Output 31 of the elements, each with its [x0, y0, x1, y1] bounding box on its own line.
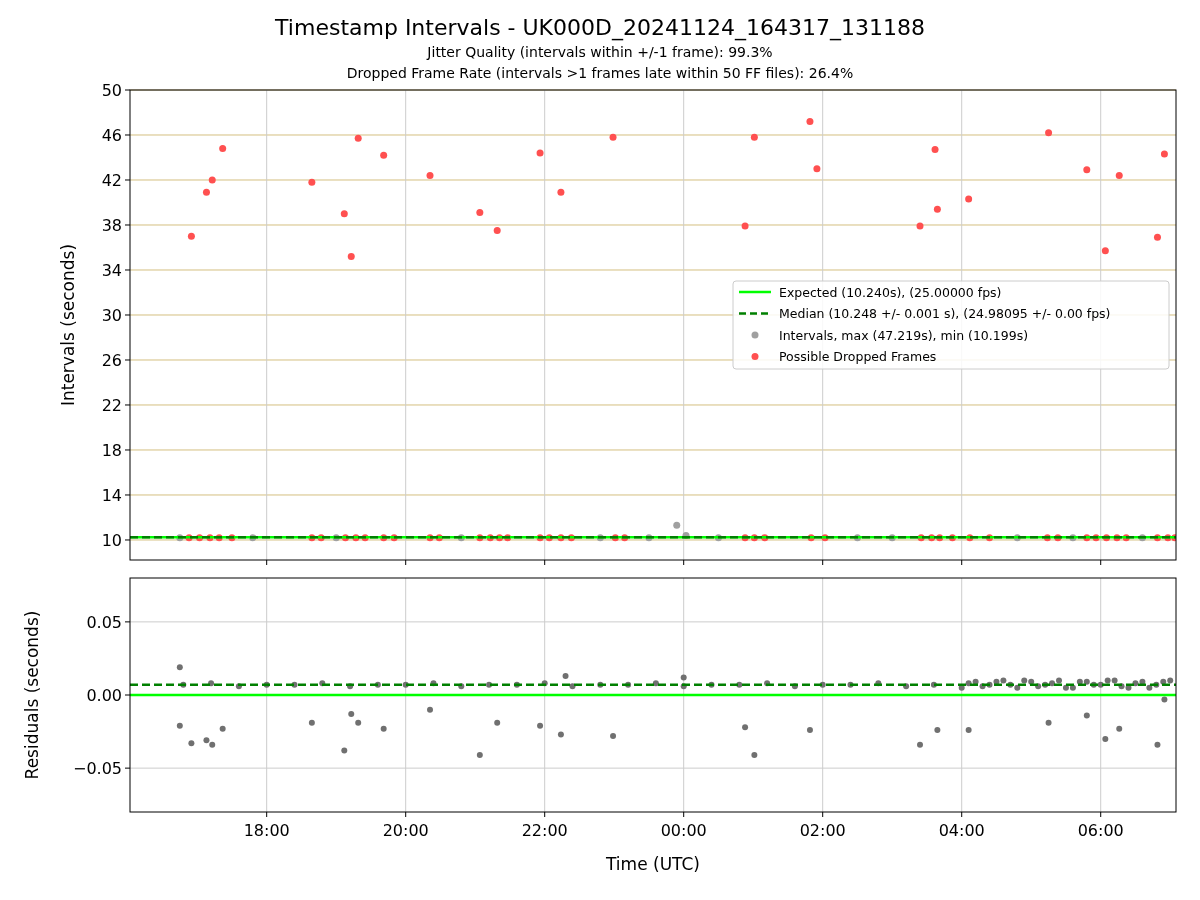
- tick-label: 10: [101, 531, 122, 550]
- figure-subtitle: Jitter Quality (intervals within +/-1 frame): 99.3%: [427, 43, 773, 62]
- tick-label: 22:00: [521, 821, 568, 840]
- tick-label: 50: [101, 81, 122, 100]
- tick-label: 42: [101, 171, 122, 190]
- tick-label: 22: [101, 396, 122, 415]
- legend-label: Possible Dropped Frames: [779, 349, 937, 364]
- figure-subtitle: Dropped Frame Rate (intervals >1 frames late within 50 FF files): 26.4%: [346, 64, 854, 83]
- legend-label: Expected (10.240s), (25.00000 fps): [779, 284, 1002, 300]
- tick-label: 0.05: [86, 612, 122, 632]
- tick-label: 00:00: [660, 821, 707, 840]
- axis-label: Intervals (seconds): [58, 243, 78, 407]
- tick-label: 04:00: [938, 821, 985, 840]
- tick-label: 14: [101, 486, 122, 505]
- tick-label: 30: [101, 306, 122, 325]
- tick-label: 18: [101, 441, 122, 460]
- tick-label: 26: [101, 351, 122, 370]
- tick-label: 20:00: [382, 821, 429, 840]
- legend-label: Median (10.248 +/- 0.001 s), (24.98095 +/- 0.00 fps): [779, 306, 1111, 321]
- legend-label: Intervals, max (47.219s), min (10.199s): [779, 327, 1029, 343]
- tick-label: 18:00: [243, 821, 290, 840]
- axis-label: Residuals (seconds): [22, 610, 42, 780]
- axis-label: Time (UTC): [606, 854, 700, 874]
- tick-label: 46: [101, 126, 122, 145]
- figure-title: Timestamp Intervals - UK000D_20241124_164317_131188: [275, 14, 925, 42]
- tick-label: 0.00: [86, 686, 122, 705]
- tick-label: 06:00: [1077, 821, 1124, 840]
- tick-label: 02:00: [799, 821, 846, 840]
- tick-label: 34: [101, 261, 122, 280]
- tick-label: −0.05: [72, 759, 122, 779]
- tick-label: 38: [101, 216, 122, 235]
